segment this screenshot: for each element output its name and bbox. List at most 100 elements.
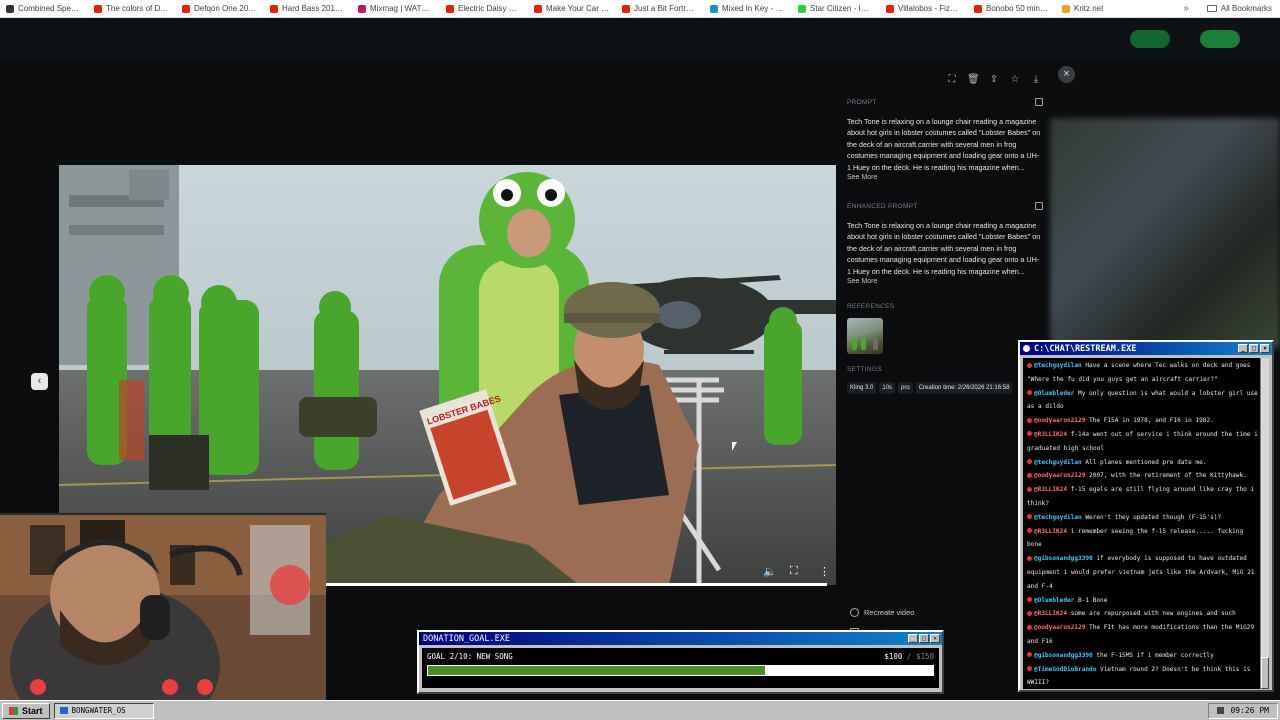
see-more-link[interactable]: See More — [847, 278, 1043, 285]
chat-message: @Olumbleder My only question is what wou… — [1027, 387, 1258, 415]
donation-title-bar[interactable]: DONATION_GOAL.EXE _ □ × — [419, 632, 942, 645]
donation-progress-bar — [427, 665, 934, 676]
bookmark-label: Villalobos - Fizhouo... — [898, 4, 962, 13]
all-bookmarks-button[interactable]: All Bookmarks — [1199, 4, 1280, 13]
reference-thumbnail[interactable] — [847, 318, 883, 354]
speaker-icon[interactable] — [1217, 707, 1225, 714]
bookmark-item[interactable]: Combined Speed To... — [0, 4, 88, 13]
bookmark-label: The colors of Defqo... — [106, 4, 170, 13]
platform-icon — [1027, 417, 1032, 423]
donation-goal-window: DONATION_GOAL.EXE _ □ × GOAL 2/10: NEW S… — [417, 630, 944, 694]
bookmark-favicon-icon — [94, 4, 102, 13]
video-progress-bar[interactable] — [325, 583, 827, 586]
chat-message: @R3LLIK24 f-14a went out of service i th… — [1027, 428, 1258, 456]
expand-icon[interactable]: ⛶ — [946, 74, 958, 86]
close-button[interactable]: × — [1058, 66, 1075, 83]
chat-username: @oodyaaron2129 — [1034, 417, 1086, 425]
platform-icon — [1027, 597, 1032, 603]
bookmark-item[interactable]: Make Your Car Fast... — [528, 4, 616, 13]
bookmark-item[interactable]: Kritz.net — [1056, 4, 1109, 13]
chat-message: @TimeGodDioBrando Vietnam round 2? Doesn… — [1027, 663, 1258, 689]
bookmark-label: Star Citizen - Imgur — [810, 4, 874, 13]
bookmark-favicon-icon — [1062, 4, 1070, 13]
copy-icon[interactable] — [1035, 98, 1043, 106]
chat-message: @techguydilan Have a scene where Tec wal… — [1027, 359, 1258, 387]
bookmark-label: Combined Speed To... — [18, 4, 82, 13]
more-options-icon[interactable]: ⋮ — [819, 565, 830, 578]
download-icon[interactable]: ⤓ — [1030, 74, 1042, 86]
platform-icon — [1027, 555, 1032, 561]
bookmark-label: Mixmag | WATCH: D... — [370, 4, 434, 13]
prompt-label: PROMPT — [847, 98, 877, 106]
chat-username: @R3LLIK24 — [1034, 486, 1068, 494]
platform-icon — [1027, 431, 1032, 437]
see-more-link[interactable]: See More — [847, 174, 1043, 181]
bookmark-item[interactable]: The colors of Defqo... — [88, 4, 176, 13]
donation-title: DONATION_GOAL.EXE — [423, 633, 510, 644]
copy-icon[interactable] — [1035, 202, 1043, 210]
maximize-button[interactable]: □ — [1249, 344, 1259, 353]
chat-message: @R3LLIK24 f-15 egals are still flying ar… — [1027, 483, 1258, 511]
close-button[interactable]: × — [1260, 344, 1270, 353]
chat-text: Weren't they updated though (F-15's)? — [1085, 513, 1222, 521]
bookmark-label: Make Your Car Fast... — [546, 4, 610, 13]
chat-username: @TimeGodDioBrando — [1034, 665, 1097, 673]
chat-message: @R3LLIK24 i remember seeing the f-15 rel… — [1027, 525, 1258, 553]
enhanced-prompt-label: ENHANCED PROMPT — [847, 202, 918, 210]
chat-username: @R3LLIK24 — [1034, 430, 1068, 438]
screen: Combined Speed To... The colors of Defqo.… — [0, 0, 1280, 720]
minimize-button[interactable]: _ — [1238, 344, 1248, 353]
bookmark-item[interactable]: Villalobos - Fizhouo... — [880, 4, 968, 13]
taskbar-item-bongwater[interactable]: BONGWATER_OS — [53, 702, 154, 719]
info-panel: PROMPT Tech Tone is relaxing on a lounge… — [847, 95, 1043, 394]
model-chip: Kling 3.0 — [847, 382, 877, 394]
background-thumbnail — [1050, 118, 1280, 348]
start-button[interactable]: Start — [2, 702, 50, 719]
recreate-video-button[interactable]: Recreate video — [850, 602, 914, 622]
bookmark-item[interactable]: Bonobo 50 min Boil... — [968, 4, 1056, 13]
chat-scrollbar-thumb[interactable] — [1261, 657, 1269, 689]
system-tray: 09:26 PM — [1208, 702, 1278, 719]
donation-separator: / — [902, 652, 916, 661]
bookmark-item[interactable]: Hard Bass 2013 (Liv... — [264, 4, 352, 13]
bookmark-item[interactable]: Mixmag | WATCH: D... — [352, 4, 440, 13]
platform-icon — [1027, 652, 1032, 658]
webcam-feed — [0, 515, 326, 700]
volume-icon[interactable]: 🔈 — [763, 565, 777, 578]
chat-text: some are repurposed with new engines and… — [1070, 610, 1236, 618]
bookmark-item[interactable]: Electric Daisy Carniv... — [440, 4, 528, 13]
chat-username: @techguydilan — [1034, 458, 1082, 466]
site-header — [0, 18, 1280, 60]
bookmarks-overflow-button[interactable]: » — [1173, 3, 1199, 14]
bookmark-item[interactable]: Star Citizen - Imgur — [792, 4, 880, 13]
bookmark-favicon-icon — [886, 4, 894, 13]
bookmark-label: Electric Daisy Carniv... — [458, 4, 522, 13]
close-button[interactable]: × — [930, 634, 940, 643]
minimize-button[interactable]: _ — [908, 634, 918, 643]
duration-chip: 10s — [879, 382, 896, 394]
favorite-icon[interactable]: ☆ — [1009, 74, 1021, 86]
maximize-button[interactable]: □ — [919, 634, 929, 643]
previous-button[interactable]: ‹ — [31, 373, 48, 390]
bookmark-item[interactable]: Just a Bit Fortress -... — [616, 4, 704, 13]
settings-header: SETTINGS — [847, 362, 1043, 376]
bookmark-item[interactable]: Defqon One 2013 H... — [176, 4, 264, 13]
donation-amount: $100 / $150 — [884, 652, 934, 661]
bookmark-favicon-icon — [358, 4, 366, 13]
donation-current: $100 — [884, 652, 903, 661]
chat-username: @oodyaaron2129 — [1034, 472, 1086, 480]
share-icon[interactable]: ⇪ — [988, 74, 1000, 86]
folder-icon — [1206, 5, 1217, 12]
chat-scrollbar[interactable] — [1260, 358, 1269, 689]
chat-message: @oodyaaron2129 The F15A in 1978, and F16… — [1027, 414, 1258, 428]
bookmark-item[interactable]: Mixed In Key - DJ S... — [704, 4, 792, 13]
platform-icon — [1027, 390, 1032, 396]
chat-username: @gibsonandgg3390 — [1034, 555, 1093, 563]
bookmarks-bar: Combined Speed To... The colors of Defqo.… — [0, 0, 1280, 18]
fullscreen-icon[interactable]: ⛶ — [790, 565, 798, 578]
chat-title-bar[interactable]: C:\CHAT\RESTREAM.EXE _ □ × — [1020, 342, 1272, 355]
all-bookmarks-label: All Bookmarks — [1220, 4, 1272, 13]
delete-icon[interactable]: 🗑 — [967, 74, 980, 86]
chat-username: @R3LLIK24 — [1034, 610, 1068, 618]
bookmark-label: Bonobo 50 min Boil... — [986, 4, 1050, 13]
